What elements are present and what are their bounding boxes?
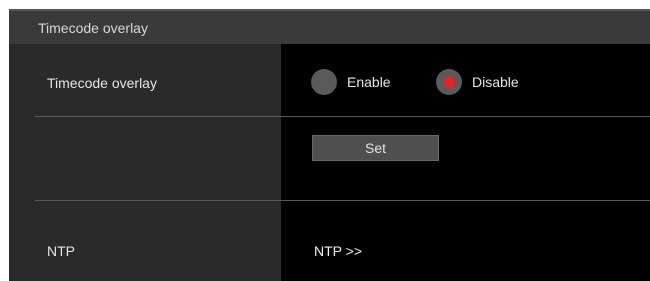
- row-divider: [35, 200, 650, 201]
- row-divider: [35, 116, 650, 117]
- section-title: Timecode overlay: [38, 20, 148, 36]
- enable-radio[interactable]: Enable: [311, 69, 391, 95]
- settings-panel: Timecode overlay Timecode overlay Enable…: [9, 9, 650, 281]
- radio-unchecked-icon[interactable]: [311, 69, 337, 95]
- label-column: [9, 9, 281, 281]
- disable-radio-label[interactable]: Disable: [472, 74, 519, 90]
- radio-checked-icon[interactable]: [436, 69, 462, 95]
- ntp-link[interactable]: NTP >>: [314, 243, 362, 259]
- section-header: Timecode overlay: [9, 9, 650, 44]
- ntp-label: NTP: [47, 243, 75, 259]
- timecode-overlay-label: Timecode overlay: [47, 75, 157, 91]
- disable-radio[interactable]: Disable: [436, 69, 519, 95]
- set-button[interactable]: Set: [312, 135, 439, 161]
- enable-radio-label[interactable]: Enable: [347, 74, 391, 90]
